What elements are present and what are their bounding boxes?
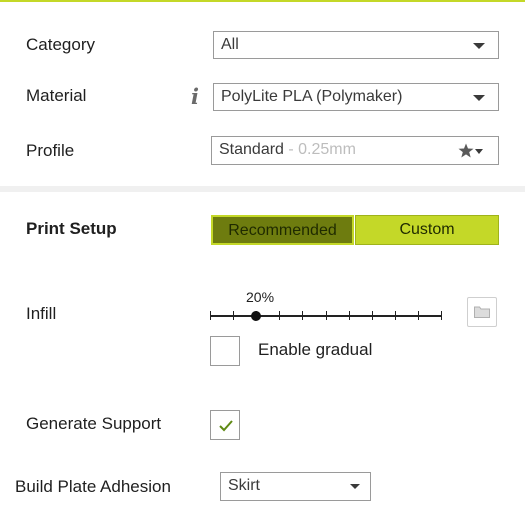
generate-support-checkbox[interactable] xyxy=(210,410,240,440)
chevron-down-icon xyxy=(350,484,360,489)
chevron-down-icon xyxy=(473,95,485,101)
profile-value: Standard xyxy=(219,141,284,158)
profile-label: Profile xyxy=(26,141,75,160)
infill-slider-tick xyxy=(279,311,280,320)
build-plate-adhesion-label: Build Plate Adhesion xyxy=(15,477,171,496)
material-value: PolyLite PLA (Polymaker) xyxy=(221,88,403,105)
section-divider xyxy=(0,186,525,192)
infill-slider-tick xyxy=(233,311,234,320)
material-label: Material xyxy=(26,86,87,105)
custom-mode-button[interactable]: Custom xyxy=(355,215,499,245)
star-icon xyxy=(458,143,474,158)
checkmark-icon xyxy=(219,420,233,432)
recommended-mode-button[interactable]: Recommended xyxy=(211,215,354,245)
enable-gradual-checkbox[interactable] xyxy=(210,336,240,366)
infill-slider-tick xyxy=(349,311,350,320)
category-select[interactable]: All xyxy=(213,31,499,59)
enable-gradual-label: Enable gradual xyxy=(258,340,373,359)
infill-slider-tick xyxy=(418,311,419,320)
infill-slider-handle[interactable] xyxy=(251,311,262,321)
chevron-down-icon xyxy=(473,43,485,49)
infill-slider-tick xyxy=(302,311,303,320)
generate-support-label: Generate Support xyxy=(26,414,162,433)
infill-slider-tick xyxy=(210,311,211,320)
chevron-down-icon xyxy=(475,149,483,154)
info-icon[interactable]: i xyxy=(191,84,199,109)
infill-value-label: 20% xyxy=(246,289,275,305)
print-setup-title: Print Setup xyxy=(26,219,117,238)
profile-layer-height-hint: - 0.25mm xyxy=(283,141,356,158)
build-plate-adhesion-select[interactable]: Skirt xyxy=(220,472,371,501)
infill-slider-tick xyxy=(441,311,442,320)
category-label: Category xyxy=(26,35,95,54)
infill-slider-tick xyxy=(372,311,373,320)
top-accent-rule xyxy=(0,0,525,2)
load-infill-button[interactable] xyxy=(467,297,497,327)
profile-select[interactable]: Standard - 0.25mm xyxy=(211,136,499,165)
build-plate-adhesion-value: Skirt xyxy=(228,477,260,494)
infill-slider-tick xyxy=(326,311,327,320)
material-select[interactable]: PolyLite PLA (Polymaker) xyxy=(213,83,499,111)
infill-slider-tick xyxy=(395,311,396,320)
folder-icon xyxy=(474,306,490,318)
category-value: All xyxy=(221,36,239,53)
infill-label: Infill xyxy=(26,304,57,323)
